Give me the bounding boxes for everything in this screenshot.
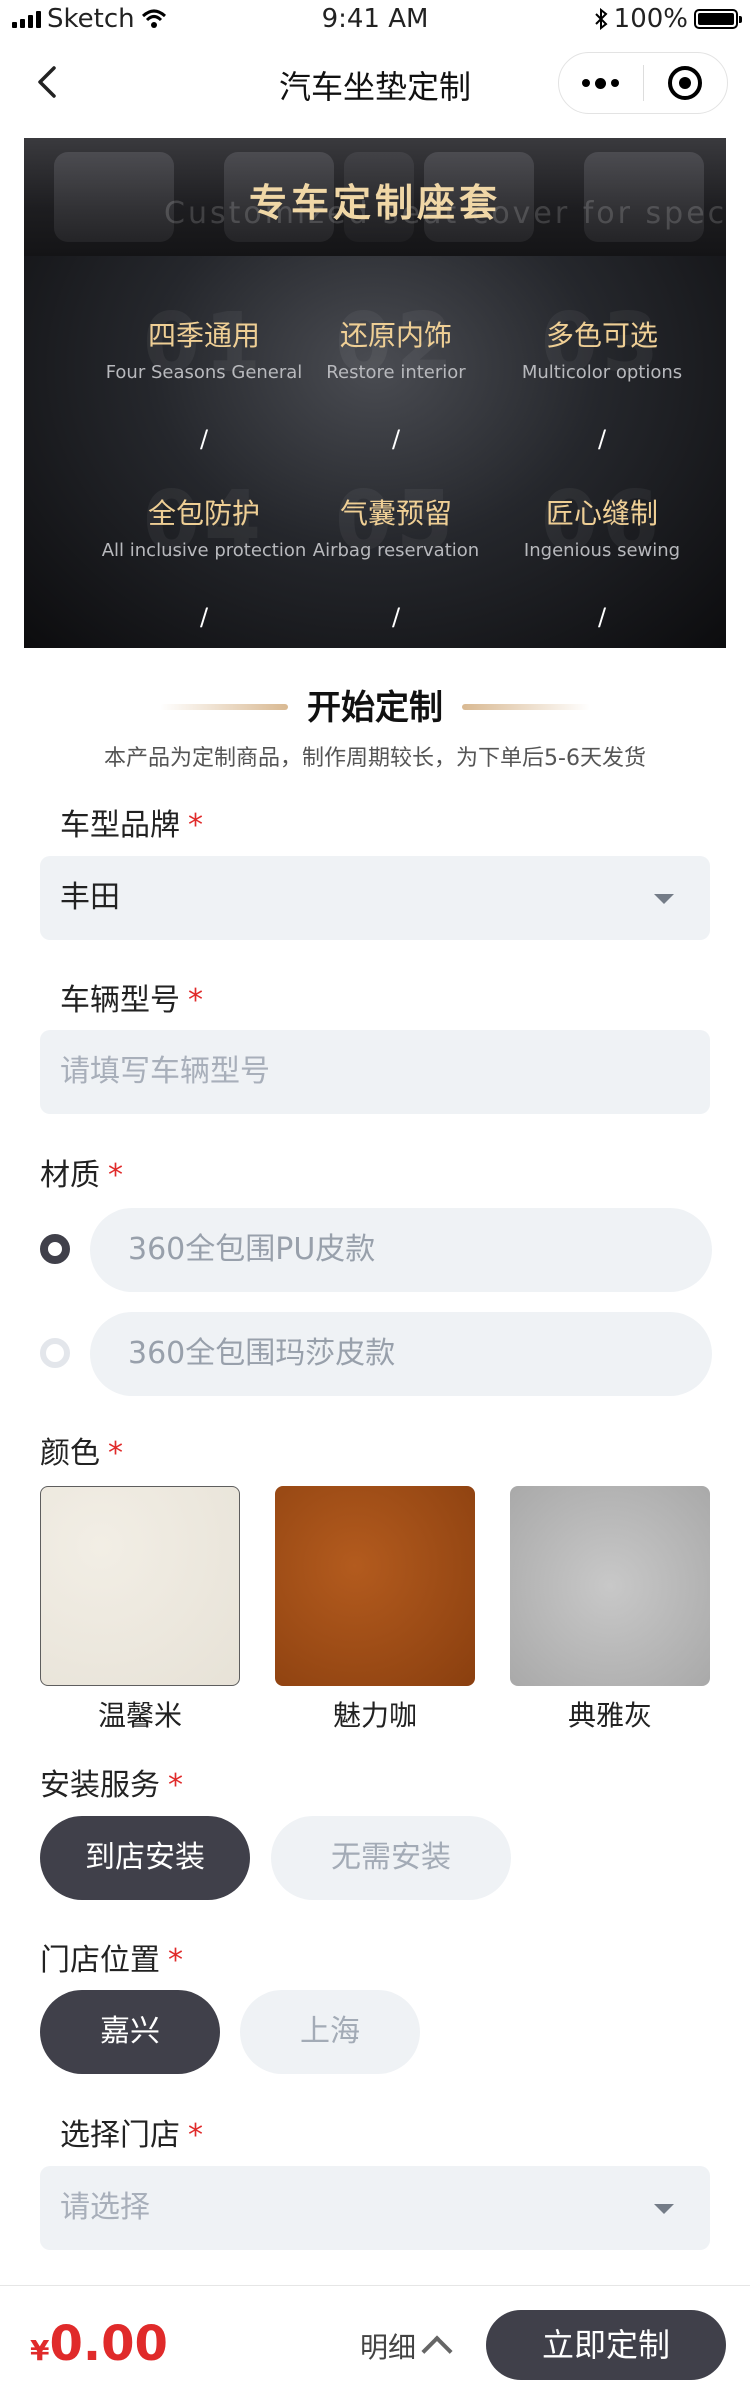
feature-item: 02 还原内饰 Restore interior /: [286, 296, 506, 453]
color-name: 典雅灰: [567, 1699, 652, 1732]
feature-title: 匠心缝制: [545, 497, 658, 530]
model-label: 车辆型号 *: [60, 983, 203, 1018]
bluetooth-icon: [594, 8, 608, 30]
section-subtitle: 本产品为定制商品，制作周期较长，为下单后5-6天发货: [104, 746, 646, 771]
caret-down-icon: [654, 894, 674, 904]
feature-divider: /: [597, 603, 607, 631]
feature-subtitle: Restore interior: [326, 362, 466, 383]
feature-title: 还原内饰: [339, 319, 452, 352]
required-mark: *: [188, 2118, 203, 2153]
price-detail-button[interactable]: 明细: [360, 2326, 453, 2367]
bottom-bar: ¥0.00 明细 立即定制: [0, 2285, 750, 2394]
color-label: 颜色 *: [40, 1436, 123, 1471]
color-swatch-brown[interactable]: [275, 1486, 475, 1686]
feature-item: 05 气囊预留 Airbag reservation /: [286, 474, 506, 631]
battery-percent: 100%: [613, 4, 688, 34]
install-option-none[interactable]: 无需安装: [271, 1816, 511, 1900]
feature-title: 四季通用: [147, 319, 260, 352]
model-input[interactable]: 请填写车辆型号: [40, 1030, 710, 1114]
nav-bar: 汽车坐垫定制: [0, 42, 750, 122]
required-mark: *: [108, 1436, 123, 1471]
required-mark: *: [108, 1158, 123, 1193]
more-button[interactable]: [559, 53, 643, 113]
color-name: 温馨米: [97, 1699, 182, 1732]
brand-label: 车型品牌 *: [60, 808, 203, 843]
color-name: 魅力咖: [332, 1699, 417, 1732]
store-select[interactable]: 请选择: [40, 2166, 710, 2250]
hero-banner: Customized seat cover for special car 专车…: [24, 138, 726, 648]
caret-down-icon: [654, 2204, 674, 2214]
feature-title: 全包防护: [147, 497, 260, 530]
feature-item: 01 四季通用 Four Seasons General /: [94, 296, 314, 453]
material-option[interactable]: 360全包围玛莎皮款: [40, 1312, 712, 1396]
material-option-label[interactable]: 360全包围玛莎皮款: [90, 1312, 712, 1396]
feature-subtitle: Ingenious sewing: [523, 540, 681, 561]
status-right: 100%: [594, 4, 742, 34]
required-mark: *: [188, 983, 203, 1018]
chevron-up-icon: [421, 2335, 453, 2367]
total-price: ¥0.00: [30, 2316, 168, 2372]
currency-symbol: ¥: [30, 2334, 50, 2367]
feature-subtitle: Four Seasons General: [105, 362, 303, 383]
material-option-label[interactable]: 360全包围PU皮款: [90, 1208, 712, 1292]
material-option[interactable]: 360全包围PU皮款: [40, 1208, 712, 1292]
feature-title: 多色可选: [545, 319, 658, 352]
feature-divider: /: [199, 603, 209, 631]
price-amount: 0.00: [49, 2316, 168, 2372]
required-mark: *: [188, 808, 203, 843]
banner-title: 专车定制座套: [248, 181, 501, 225]
location-option-jiaxing[interactable]: 嘉兴: [40, 1990, 220, 2074]
color-swatch-beige[interactable]: [40, 1486, 240, 1686]
store-label: 选择门店 *: [60, 2118, 203, 2153]
target-icon: [668, 66, 703, 100]
store-location-label: 门店位置 *: [40, 1943, 183, 1978]
feature-subtitle: All inclusive protection: [101, 540, 307, 561]
model-placeholder: 请填写车辆型号: [60, 1054, 270, 1089]
location-option-shanghai[interactable]: 上海: [240, 1990, 420, 2074]
customize-now-button[interactable]: 立即定制: [486, 2310, 726, 2380]
required-mark: *: [168, 1768, 183, 1803]
feature-divider: /: [391, 425, 401, 453]
color-swatch-gray[interactable]: [510, 1486, 710, 1686]
close-app-button[interactable]: [644, 53, 728, 113]
radio-selected-icon[interactable]: [40, 1234, 70, 1264]
required-mark: *: [168, 1943, 183, 1978]
radio-unselected-icon[interactable]: [40, 1338, 70, 1368]
store-placeholder: 请选择: [60, 2190, 150, 2225]
brand-select[interactable]: 丰田: [40, 856, 710, 940]
mini-program-capsule: [558, 52, 728, 114]
install-option-in-store[interactable]: 到店安装: [40, 1816, 250, 1900]
feature-item: 06 匠心缝制 Ingenious sewing /: [492, 474, 712, 631]
feature-item: 03 多色可选 Multicolor options /: [492, 296, 712, 453]
feature-divider: /: [199, 425, 209, 453]
battery-icon: [694, 9, 742, 29]
feature-title: 气囊预留: [339, 497, 452, 530]
feature-subtitle: Multicolor options: [521, 362, 683, 383]
feature-divider: /: [391, 603, 401, 631]
material-label: 材质 *: [40, 1158, 123, 1193]
detail-label: 明细: [360, 2331, 417, 2364]
feature-divider: /: [597, 425, 607, 453]
feature-item: 04 全包防护 All inclusive protection /: [94, 474, 314, 631]
brand-value: 丰田: [60, 880, 120, 915]
install-label: 安装服务 *: [40, 1768, 183, 1803]
feature-subtitle: Airbag reservation: [312, 540, 480, 561]
section-title: 开始定制: [307, 688, 443, 728]
status-bar: Sketch 9:41 AM 100%: [0, 0, 750, 42]
